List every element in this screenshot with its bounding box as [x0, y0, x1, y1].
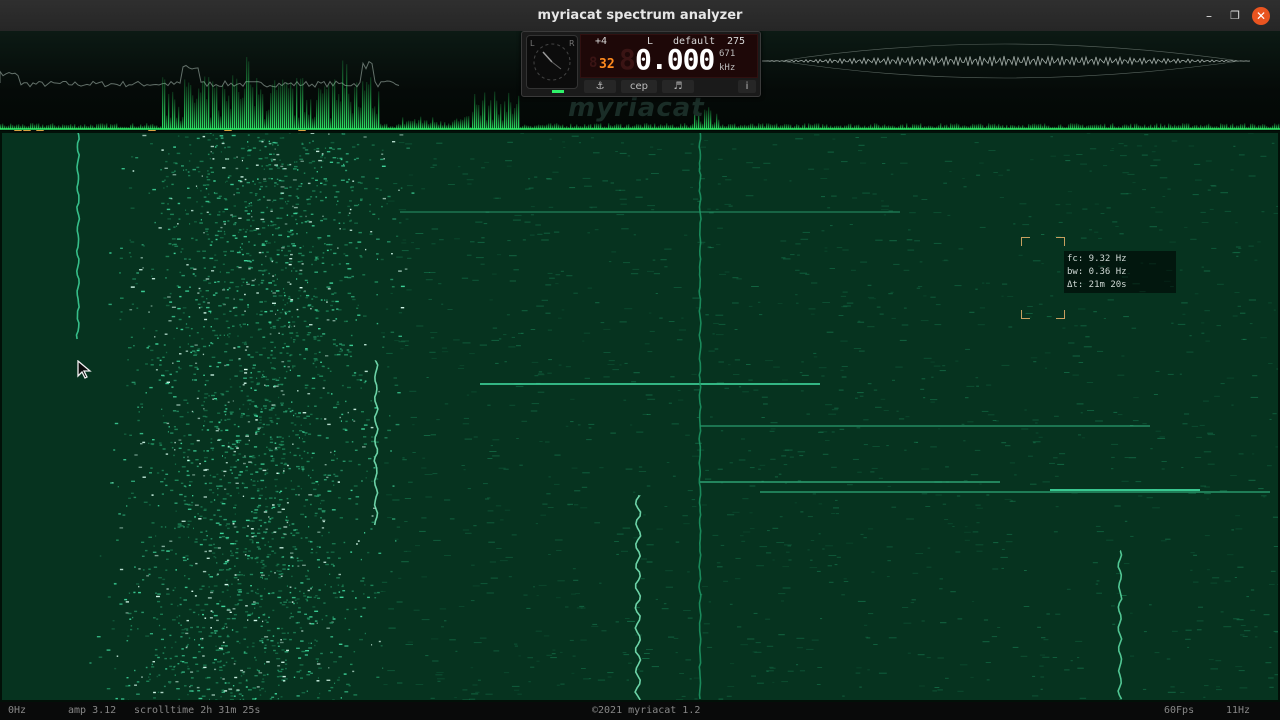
control-panel: L R +4 L default 275 671 kHz 8 32 8 0.00… [521, 31, 761, 97]
mouse-cursor-icon [77, 360, 92, 379]
svg-text:L: L [530, 39, 535, 48]
bracket-corner-tr [1056, 237, 1065, 246]
copyright-label: ©2021 myriacat 1.2 [592, 705, 701, 716]
frequency-unit: kHz [719, 63, 736, 73]
waterfall-spectrogram[interactable] [0, 131, 1280, 702]
waterfall-canvas [0, 131, 1280, 702]
bracket-corner-bl [1021, 310, 1030, 319]
mid-value-readout: 671 [719, 49, 736, 59]
watermark-logo: myriacat [568, 93, 705, 123]
stereo-scope[interactable]: L R [526, 35, 578, 89]
top-value-readout: 275 [727, 36, 746, 47]
title-bar: myriacat spectrum analyzer – ❐ ✕ [0, 0, 1280, 32]
lcd-display: +4 L default 275 671 kHz 8 32 8 0.000 [580, 34, 758, 78]
minimize-button[interactable]: – [1200, 7, 1218, 25]
status-bar: 0Hz amp 3.12 scrolltime 2h 31m 25s ©2021… [0, 702, 1280, 720]
bracket-corner-br [1056, 310, 1065, 319]
amplitude-label: amp 3.12 [68, 705, 117, 716]
time-delta-label: Δt: 21m 20s [1067, 280, 1127, 290]
info-button[interactable]: i [738, 80, 756, 93]
lcd-ghost-segment: 8 [619, 43, 636, 76]
selection-bracket[interactable] [1021, 237, 1065, 319]
svg-text:R: R [569, 39, 575, 48]
measurement-panel: fc: 9.32 Hz bw: 0.36 Hz Δt: 21m 20s [1064, 251, 1176, 293]
bracket-corner-tl [1021, 237, 1030, 246]
close-button[interactable]: ✕ [1252, 7, 1270, 25]
low-frequency-label: 0Hz [8, 705, 27, 716]
maximize-button[interactable]: ❐ [1226, 7, 1244, 25]
high-frequency-label: 11Hz [1226, 705, 1251, 716]
fps-label: 60Fps [1164, 705, 1195, 716]
cepstrum-button[interactable]: cep [621, 80, 657, 93]
level-indicator [552, 90, 564, 93]
gain-readout[interactable]: +4 [595, 36, 607, 47]
bandwidth-label: bw: 0.36 Hz [1067, 267, 1127, 277]
tuner-button[interactable]: ⚓ [584, 80, 616, 93]
scope-dial-icon: L R [530, 39, 575, 81]
fft-size-readout[interactable]: 32 [599, 57, 615, 72]
analyzer-display[interactable]: myriacat L R +4 L default 275 671 kHz 8 … [0, 31, 1280, 702]
note-button[interactable]: ♬ [662, 80, 694, 93]
center-frequency-label: fc: 9.32 Hz [1067, 254, 1127, 264]
window-title: myriacat spectrum analyzer [537, 8, 743, 23]
scrolltime-label: scrolltime 2h 31m 25s [134, 705, 261, 716]
frequency-readout: 0.000 [635, 43, 715, 76]
lcd-ghost-digits: 8 [589, 55, 598, 71]
